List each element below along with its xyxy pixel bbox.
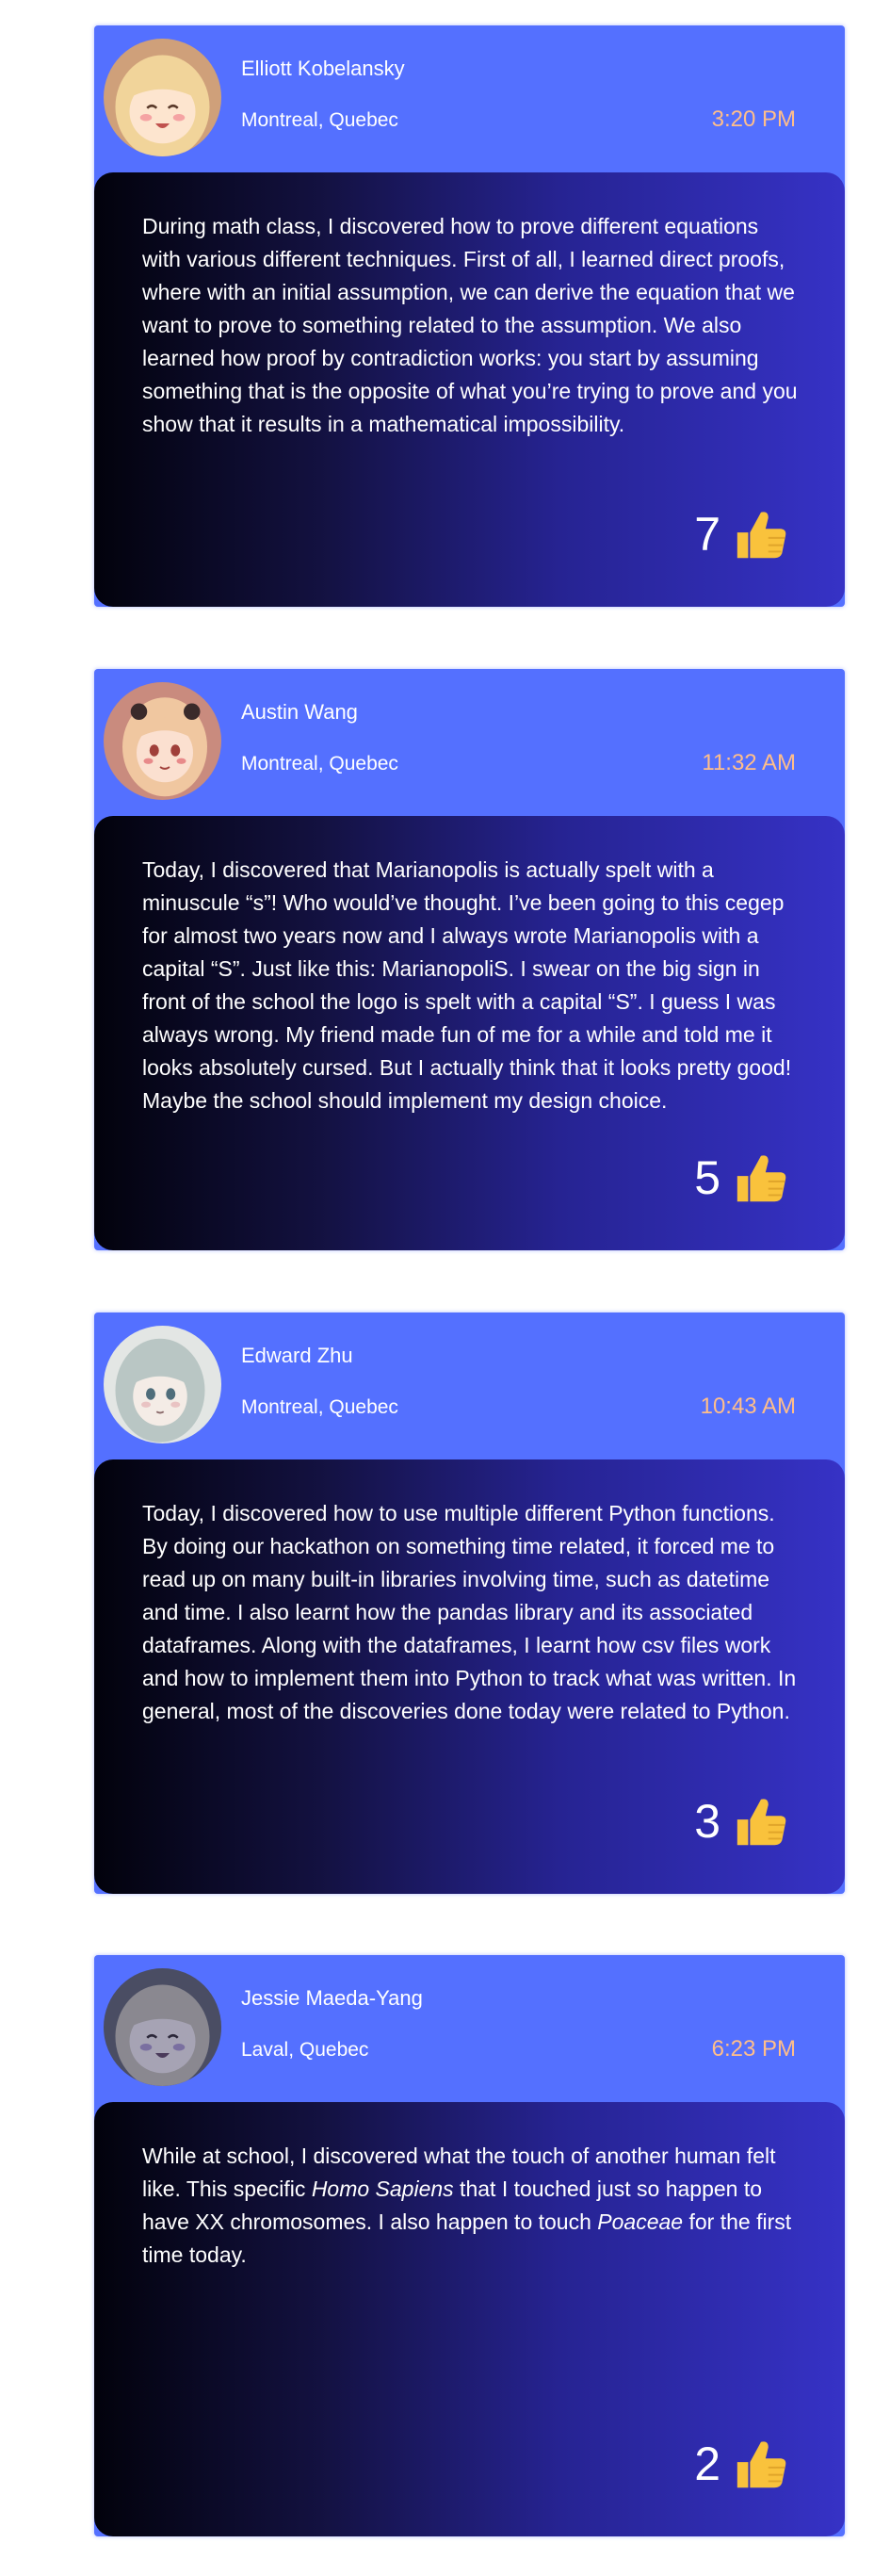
post-text: While at school, I discovered what the t… — [142, 2140, 798, 2272]
author-location: Montreal, Quebec — [241, 753, 398, 774]
author-location: Montreal, Quebec — [241, 1396, 398, 1418]
like-count: 3 — [694, 1795, 720, 1848]
author-location: Laval, Quebec — [241, 2039, 369, 2061]
author-name[interactable]: Edward Zhu — [241, 1344, 353, 1368]
author-name[interactable]: Jessie Maeda-Yang — [241, 1986, 423, 2011]
post-card: Edward Zhu Montreal, Quebec 10:43 AM Tod… — [94, 1312, 845, 1894]
thumbs-up-icon[interactable] — [732, 2435, 790, 2493]
post-time: 10:43 AM — [700, 1394, 796, 1419]
post-body: While at school, I discovered what the t… — [94, 2102, 845, 2536]
thumbs-up-icon[interactable] — [732, 1792, 790, 1850]
post-text: Today, I discovered how to use multiple … — [142, 1501, 797, 1723]
post-body: Today, I discovered that Marianopolis is… — [94, 816, 845, 1250]
author-name[interactable]: Austin Wang — [241, 700, 358, 725]
like-count: 5 — [694, 1151, 720, 1204]
author-name[interactable]: Elliott Kobelansky — [241, 57, 405, 81]
post-card: Jessie Maeda-Yang Laval, Quebec 6:23 PM … — [94, 1955, 845, 2536]
post-card: Elliott Kobelansky Montreal, Quebec 3:20… — [94, 25, 845, 607]
post-card: Austin Wang Montreal, Quebec 11:32 AM To… — [94, 669, 845, 1250]
like-button[interactable]: 5 — [694, 1149, 790, 1207]
like-button[interactable]: 3 — [694, 1792, 790, 1850]
thumbs-up-icon[interactable] — [732, 1149, 790, 1207]
like-count: 2 — [694, 2437, 720, 2490]
avatar[interactable] — [104, 39, 221, 156]
like-count: 7 — [694, 508, 720, 561]
like-button[interactable]: 7 — [694, 505, 790, 563]
avatar[interactable] — [104, 1968, 221, 2086]
avatar[interactable] — [104, 682, 221, 800]
post-text: During math class, I discovered how to p… — [142, 214, 798, 436]
author-location: Montreal, Quebec — [241, 109, 398, 131]
post-text-italic: Homo Sapiens — [311, 2177, 454, 2201]
post-time: 6:23 PM — [711, 2036, 796, 2062]
post-time: 3:20 PM — [711, 106, 796, 132]
post-time: 11:32 AM — [702, 750, 796, 775]
post-text-italic: Poaceae — [597, 2209, 684, 2234]
post-body: Today, I discovered how to use multiple … — [94, 1459, 845, 1894]
thumbs-up-icon[interactable] — [732, 505, 790, 563]
avatar[interactable] — [104, 1326, 221, 1443]
post-body: During math class, I discovered how to p… — [94, 172, 845, 607]
post-text: Today, I discovered that Marianopolis is… — [142, 857, 792, 1113]
like-button[interactable]: 2 — [694, 2435, 790, 2493]
